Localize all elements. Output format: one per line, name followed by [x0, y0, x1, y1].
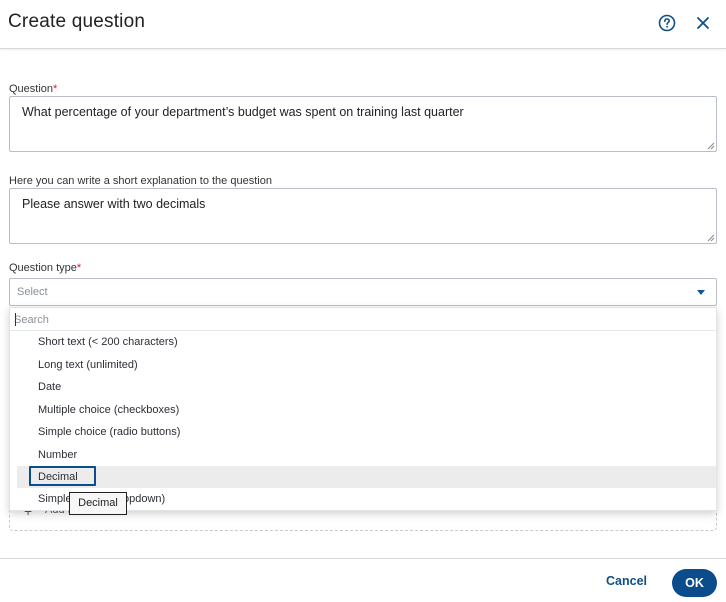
required-mark: * [53, 83, 58, 95]
cancel-button[interactable]: Cancel [606, 574, 647, 588]
ok-button[interactable]: OK [672, 569, 717, 597]
explanation-value: Please answer with two decimals [22, 197, 206, 211]
option-date[interactable]: Date [17, 376, 716, 398]
question-label-text: Question [9, 83, 54, 95]
question-label: Question* [9, 83, 57, 95]
dropdown-search-input[interactable] [14, 312, 704, 328]
resize-handle-icon[interactable] [706, 141, 715, 150]
option-number[interactable]: Number [17, 444, 716, 466]
option-long-text[interactable]: Long text (unlimited) [17, 354, 716, 376]
explanation-label: Here you can write a short explanation t… [9, 175, 272, 187]
option-multiple-choice[interactable]: Multiple choice (checkboxes) [17, 399, 716, 421]
option-decimal[interactable]: Decimal [17, 466, 716, 488]
close-icon[interactable] [695, 15, 711, 31]
text-cursor [15, 313, 16, 326]
resize-handle-icon[interactable] [706, 233, 715, 242]
question-type-dropdown: Short text (< 200 characters) Long text … [9, 307, 717, 511]
question-value: What percentage of your department’s bud… [22, 105, 464, 119]
question-type-label-text: Question type [9, 262, 77, 274]
select-placeholder: Select [17, 286, 48, 298]
option-simple-choice-radio[interactable]: Simple choice (radio buttons) [17, 421, 716, 443]
help-circle-icon[interactable] [658, 14, 676, 32]
required-mark: * [76, 262, 82, 274]
dialog-header: Create question [0, 0, 726, 49]
explanation-field[interactable]: Please answer with two decimals [9, 188, 717, 244]
option-tooltip: Decimal [69, 492, 127, 515]
option-short-text[interactable]: Short text (< 200 characters) [17, 331, 716, 353]
dialog-footer: Cancel OK [0, 558, 726, 602]
dialog-title: Create question [8, 11, 146, 32]
caret-down-icon [697, 290, 705, 295]
question-type-label: Question type* [9, 262, 81, 274]
question-field[interactable]: What percentage of your department’s bud… [9, 96, 717, 152]
question-type-select[interactable]: Select [9, 278, 717, 306]
dropdown-search [10, 308, 716, 331]
